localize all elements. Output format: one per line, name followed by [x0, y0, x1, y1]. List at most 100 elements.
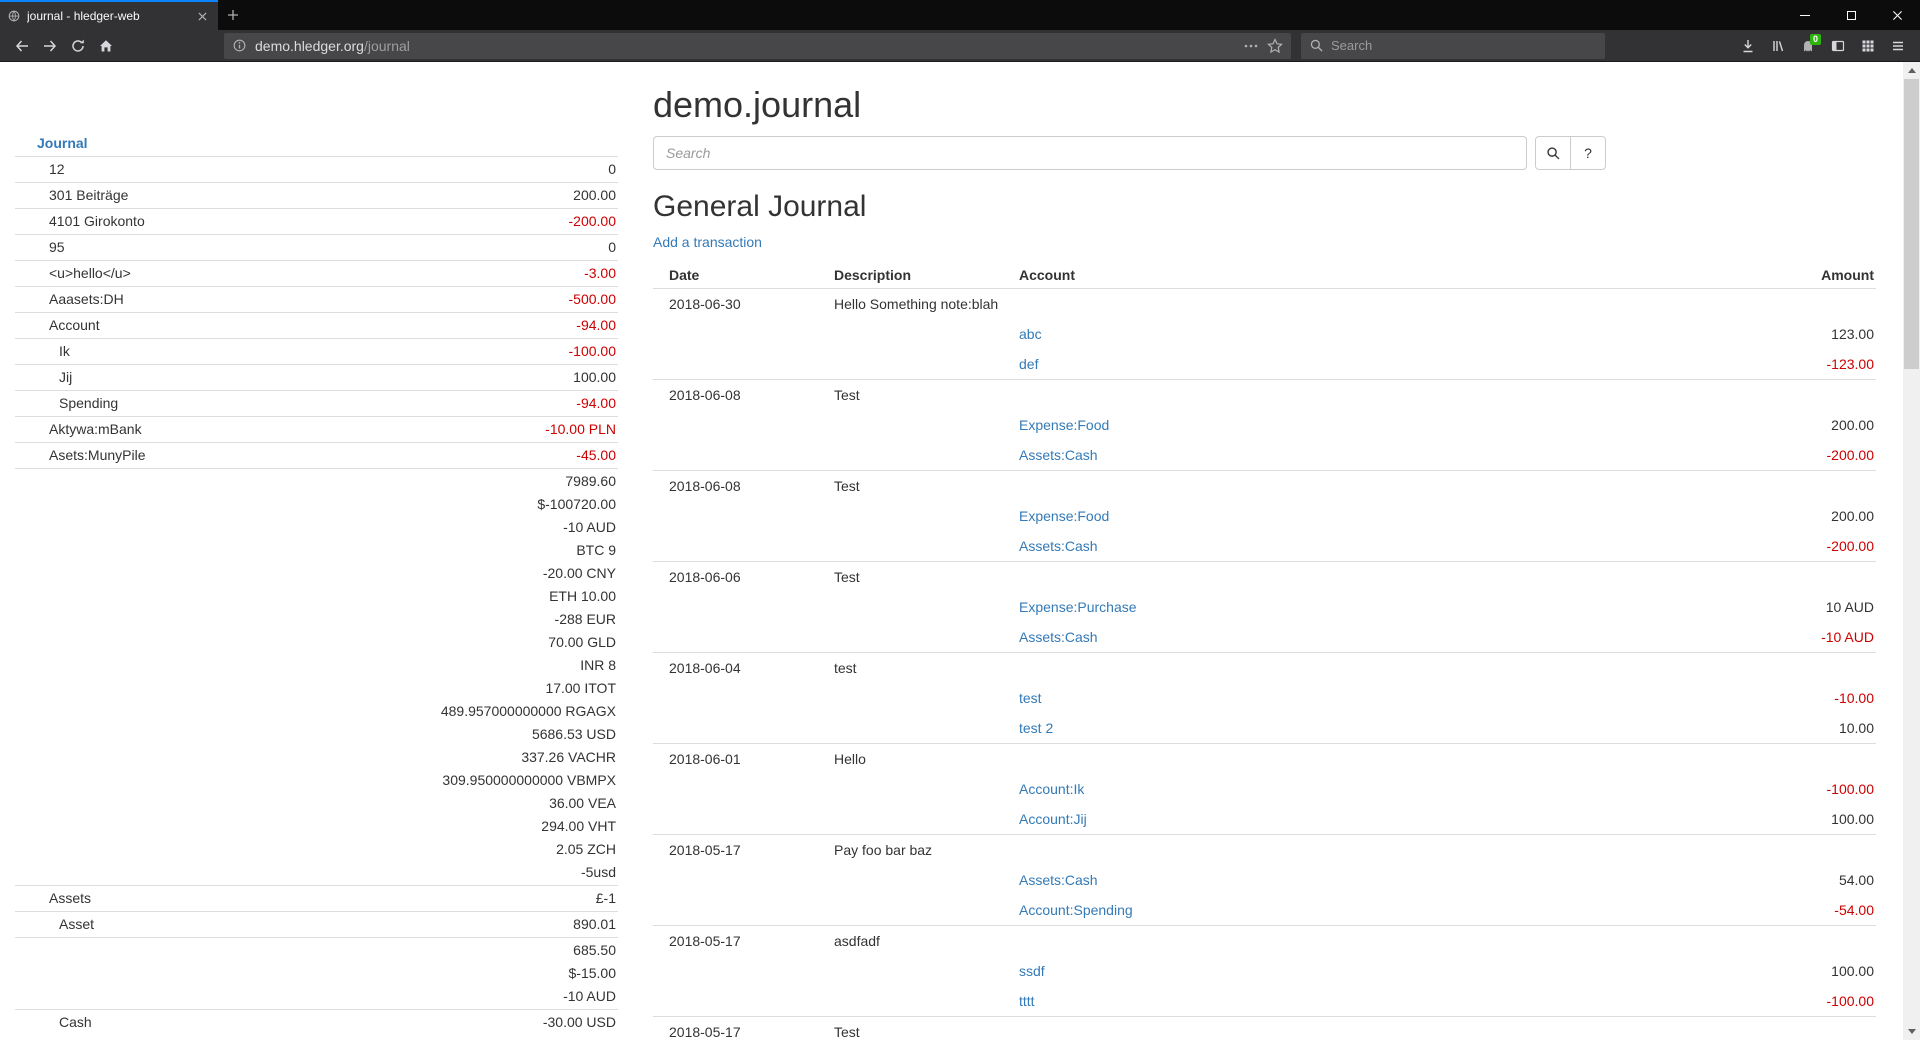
- maximize-button[interactable]: [1828, 0, 1874, 30]
- account-link[interactable]: Aktywa:mBank: [49, 418, 142, 441]
- browser-tab[interactable]: journal - hledger-web: [0, 0, 218, 30]
- account-balance: -5usd: [273, 861, 616, 884]
- sidebar-journal-link[interactable]: Journal: [37, 135, 88, 151]
- account-balance: -100.00: [273, 340, 616, 363]
- sidebar-toggle-icon[interactable]: [1824, 33, 1852, 59]
- posting-account-cell: Assets:Cash: [1003, 622, 1476, 653]
- page-scrollbar[interactable]: [1903, 62, 1920, 1040]
- forward-button[interactable]: [36, 33, 64, 59]
- posting-account-cell: Account:Spending: [1003, 895, 1476, 926]
- posting-account-link[interactable]: test 2: [1019, 720, 1053, 736]
- posting-account-link[interactable]: Assets:Cash: [1019, 872, 1098, 888]
- add-transaction-link[interactable]: Add a transaction: [653, 234, 762, 250]
- posting-account-link[interactable]: Expense:Purchase: [1019, 599, 1137, 615]
- posting-account-link[interactable]: test: [1019, 690, 1042, 706]
- account-balance-cell: -10.00 PLN: [271, 417, 618, 443]
- posting-account-link[interactable]: abc: [1019, 326, 1042, 342]
- journal-search-button[interactable]: [1535, 136, 1571, 170]
- account-link[interactable]: 4101 Girokonto: [49, 210, 145, 233]
- account-link[interactable]: <u>hello</u>: [49, 262, 131, 285]
- account-row: 301 Beiträge200.00: [15, 183, 618, 209]
- account-link[interactable]: 301 Beiträge: [49, 184, 128, 207]
- page-viewport: Journal 120301 Beiträge200.004101 Giroko…: [0, 62, 1920, 1040]
- page-actions-icon[interactable]: [1243, 38, 1259, 54]
- scroll-down-arrow[interactable]: [1903, 1023, 1920, 1040]
- posting-amount: 54.00: [1476, 865, 1876, 895]
- posting-account-link[interactable]: Account:Jij: [1019, 811, 1087, 827]
- sidebar-journal-row: Journal: [15, 131, 618, 157]
- account-link[interactable]: 12: [49, 158, 65, 181]
- account-balance: $-15.00: [273, 962, 616, 985]
- posting-account-link[interactable]: tttt: [1019, 993, 1035, 1009]
- account-link[interactable]: Asset: [59, 913, 94, 936]
- posting-row: Expense:Food200.00: [653, 410, 1876, 440]
- site-info-icon[interactable]: [232, 38, 247, 53]
- journal-search-input[interactable]: [653, 136, 1527, 170]
- account-link[interactable]: Spending: [59, 392, 118, 415]
- transaction-date: 2018-05-17: [653, 926, 818, 957]
- apps-grid-icon[interactable]: [1854, 33, 1882, 59]
- tab-close-icon[interactable]: [193, 7, 211, 25]
- url-bar[interactable]: demo.hledger.org/journal: [224, 33, 1291, 59]
- posting-amount: -54.00: [1476, 895, 1876, 926]
- account-balance: -200.00: [273, 210, 616, 233]
- transaction-date: 2018-06-08: [653, 380, 818, 411]
- posting-account-link[interactable]: Expense:Food: [1019, 417, 1109, 433]
- posting-account-cell: test 2: [1003, 713, 1476, 744]
- posting-account-cell: test: [1003, 683, 1476, 713]
- posting-account-link[interactable]: Assets:Cash: [1019, 629, 1098, 645]
- posting-account-link[interactable]: Expense:Food: [1019, 508, 1109, 524]
- menu-icon[interactable]: [1884, 33, 1912, 59]
- scroll-up-arrow[interactable]: [1903, 62, 1920, 79]
- browser-search-field[interactable]: Search: [1301, 33, 1605, 59]
- account-link[interactable]: Cash: [59, 1011, 92, 1034]
- transaction-title-row: 2018-06-01Hello: [653, 744, 1876, 775]
- journal-table: Date Description Account Amount 2018-06-…: [653, 262, 1876, 1040]
- account-balance: -288 EUR: [273, 608, 616, 631]
- account-balance-cell: 890.01: [271, 912, 618, 938]
- account-link[interactable]: Asets:MunyPile: [49, 444, 145, 467]
- library-icon[interactable]: [1764, 33, 1792, 59]
- account-link[interactable]: Jij: [59, 366, 72, 389]
- account-link[interactable]: 95: [49, 236, 65, 259]
- extension-icon[interactable]: 0: [1794, 33, 1822, 59]
- posting-account-link[interactable]: Assets:Cash: [1019, 538, 1098, 554]
- posting-account-cell: abc: [1003, 319, 1476, 349]
- back-button[interactable]: [8, 33, 36, 59]
- transaction-date: 2018-06-30: [653, 289, 818, 320]
- bookmark-star-icon[interactable]: [1267, 38, 1283, 54]
- posting-account-link[interactable]: Account:Spending: [1019, 902, 1133, 918]
- posting-amount: 10.00: [1476, 713, 1876, 744]
- account-balance: 36.00 VEA: [273, 792, 616, 815]
- minimize-button[interactable]: [1782, 0, 1828, 30]
- account-name-cell: Jij: [15, 365, 271, 391]
- posting-account-cell: ssdf: [1003, 956, 1476, 986]
- download-icon[interactable]: [1734, 33, 1762, 59]
- home-button[interactable]: [92, 33, 120, 59]
- posting-account-link[interactable]: Assets:Cash: [1019, 447, 1098, 463]
- transaction-date: 2018-05-17: [653, 835, 818, 866]
- posting-account-link[interactable]: def: [1019, 356, 1038, 372]
- account-link[interactable]: Aaasets:DH: [49, 288, 124, 311]
- account-link[interactable]: Assets: [49, 887, 91, 910]
- account-name-cell: Account: [15, 313, 271, 339]
- new-tab-button[interactable]: [218, 0, 248, 30]
- page-title: demo.journal: [653, 84, 1876, 126]
- posting-account-link[interactable]: Account:Ik: [1019, 781, 1084, 797]
- account-balance: -94.00: [273, 392, 616, 415]
- posting-account-link[interactable]: ssdf: [1019, 963, 1045, 979]
- account-link[interactable]: Account: [49, 314, 100, 337]
- account-row: Ik -100.00: [15, 339, 618, 365]
- browser-titlebar: journal - hledger-web: [0, 0, 1920, 30]
- close-button[interactable]: [1874, 0, 1920, 30]
- reload-button[interactable]: [64, 33, 92, 59]
- search-help-button[interactable]: ?: [1570, 136, 1606, 170]
- account-balance: 7989.60: [273, 470, 616, 493]
- posting-row: Expense:Food200.00: [653, 501, 1876, 531]
- posting-row: Account:Jij100.00: [653, 804, 1876, 835]
- transaction-description: Pay foo bar baz: [818, 835, 1876, 866]
- posting-account-cell: Account:Jij: [1003, 804, 1476, 835]
- account-balance: $-100720.00: [273, 493, 616, 516]
- scrollbar-thumb[interactable]: [1904, 79, 1919, 369]
- account-link[interactable]: Ik: [59, 340, 70, 363]
